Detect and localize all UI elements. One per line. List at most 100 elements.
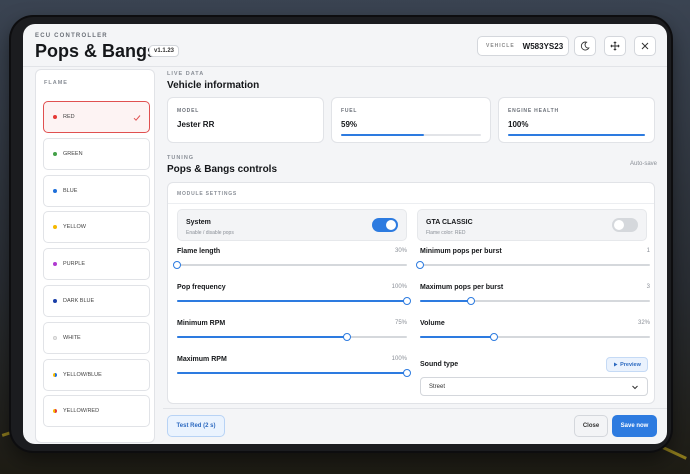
move-button[interactable]: [604, 36, 626, 56]
slider-track[interactable]: [173, 261, 407, 269]
slider-thumb[interactable]: [343, 333, 352, 341]
slider-label: Pop frequency: [177, 284, 226, 291]
theme-toggle-button[interactable]: [574, 36, 596, 56]
slider-fill: [420, 336, 494, 338]
fuel-bar-fill: [341, 134, 424, 136]
toggle-knob: [614, 220, 624, 230]
slider-track[interactable]: [177, 297, 411, 305]
module-settings-card: MODULE SETTINGS System Enable / disable …: [167, 182, 655, 404]
ecu-panel: ECU CONTROLLER Pops & Bangs v1.1.23 VEHI…: [23, 24, 667, 444]
flame-option[interactable]: RED: [43, 101, 150, 133]
slider-thumb[interactable]: [489, 333, 498, 341]
close-icon: [641, 42, 649, 50]
engine-health-bar: [508, 134, 645, 136]
sound-type-label: Sound type: [420, 361, 459, 368]
system-toggle-row: System Enable / disable pops: [177, 209, 407, 241]
flame-option-label: YELLOW: [63, 224, 86, 231]
color-dot-icon: [53, 335, 57, 340]
flame-option-label: PURPLE: [63, 261, 86, 268]
check-icon: [133, 115, 141, 121]
flame-option[interactable]: YELLOW/RED: [43, 395, 150, 428]
color-dot-icon: [53, 151, 57, 156]
slider-value: 3: [646, 284, 650, 290]
slider-value: 75%: [394, 320, 407, 326]
fuel-bar: [341, 134, 481, 136]
flame-option[interactable]: YELLOW/BLUE: [43, 358, 150, 391]
close-button[interactable]: Close: [574, 415, 608, 437]
flame-option[interactable]: DARK BLUE: [43, 285, 150, 317]
color-dot-icon: [53, 372, 57, 377]
close-window-button[interactable]: [634, 36, 656, 56]
slider-row: Maximum pops per burst 3: [420, 284, 650, 310]
slider-row: Pop frequency 100%: [177, 284, 411, 310]
autosave-label: Auto-save: [629, 161, 657, 167]
color-dot-icon: [53, 409, 57, 414]
model-card: MODEL Jester RR: [167, 97, 324, 143]
flame-option[interactable]: WHITE: [43, 321, 150, 354]
engine-health-card: ENGINE HEALTH 100%: [498, 97, 655, 143]
color-dot-icon: [53, 299, 57, 303]
flame-option[interactable]: BLUE: [43, 174, 150, 207]
slider-track[interactable]: [420, 297, 650, 305]
slider-value: 32%: [637, 320, 650, 326]
slider-thumb[interactable]: [403, 369, 411, 377]
slider-label: Volume: [420, 320, 445, 327]
flame-option[interactable]: PURPLE: [43, 248, 150, 281]
slider-row: Flame length 30%: [173, 248, 407, 274]
engine-health-value: 100%: [508, 120, 529, 129]
slider-label: Maximum RPM: [177, 356, 227, 363]
slider-value: 30%: [394, 248, 407, 254]
moon-icon: [580, 41, 590, 51]
slider-thumb[interactable]: [466, 297, 475, 305]
sound-type-select[interactable]: Street: [420, 377, 648, 396]
toggle-knob: [386, 220, 396, 230]
page-title: Pops & Bangs: [35, 41, 158, 61]
slider-track[interactable]: [177, 369, 411, 377]
slider-thumb[interactable]: [416, 261, 424, 269]
slider-row: Minimum RPM 75%: [177, 320, 407, 346]
flame-option-label: RED: [63, 114, 75, 120]
slider-value: 1: [646, 248, 650, 254]
model-value: Jester RR: [177, 120, 215, 129]
flame-option[interactable]: YELLOW: [43, 211, 150, 244]
slider-row: Maximum RPM 100%: [177, 356, 411, 382]
footer-divider: [163, 408, 667, 409]
slider-value: 100%: [391, 356, 407, 362]
color-dot-icon: [53, 262, 57, 267]
system-toggle[interactable]: [372, 218, 398, 232]
slider-row: Minimum pops per burst 1: [416, 248, 650, 274]
slider-thumb[interactable]: [403, 297, 411, 305]
vehicle-label: VEHICLE: [486, 43, 515, 49]
chevron-down-icon: [632, 385, 638, 390]
tuning-kicker: TUNING: [167, 155, 195, 161]
live-data-kicker: LIVE DATA: [167, 71, 205, 77]
flame-option-label: BLUE: [63, 187, 78, 194]
move-icon: [610, 41, 620, 51]
color-dot-icon: [53, 188, 57, 193]
module-settings-divider: [168, 203, 654, 204]
slider-track[interactable]: [420, 333, 650, 341]
slider-track[interactable]: [177, 333, 407, 341]
module-settings-title: MODULE SETTINGS: [177, 191, 238, 197]
app-kicker: ECU CONTROLLER: [35, 33, 108, 39]
flame-option-label: GREEN: [63, 150, 83, 157]
slider-label: Minimum pops per burst: [420, 248, 502, 255]
preview-button[interactable]: Preview: [606, 357, 648, 372]
play-icon: [614, 362, 618, 367]
gta-classic-toggle[interactable]: [612, 218, 638, 232]
fuel-label: FUEL: [341, 108, 358, 114]
slider-track[interactable]: [416, 261, 650, 269]
slider-fill: [177, 300, 407, 302]
color-dot-icon: [53, 115, 57, 119]
slider-label: Minimum RPM: [177, 320, 226, 327]
save-button[interactable]: Save now: [612, 415, 657, 437]
fuel-value: 59%: [341, 120, 358, 129]
engine-health-label: ENGINE HEALTH: [508, 108, 559, 114]
vehicle-plate: W583YS23: [522, 41, 564, 51]
slider-thumb[interactable]: [173, 261, 181, 269]
test-flame-button[interactable]: Test Red (2 s): [167, 415, 225, 437]
flame-option[interactable]: GREEN: [43, 137, 150, 170]
fuel-card: FUEL 59%: [331, 97, 491, 143]
gta-classic-toggle-row: GTA CLASSIC Flame color: RED: [417, 209, 647, 241]
color-dot-icon: [53, 225, 57, 230]
